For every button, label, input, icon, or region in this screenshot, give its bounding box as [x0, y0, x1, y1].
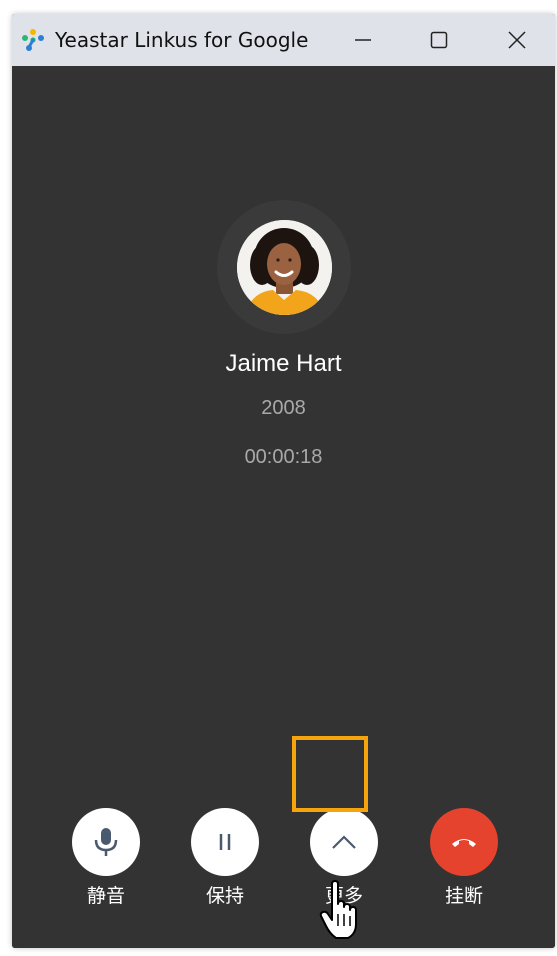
microphone-icon [94, 828, 118, 856]
hold-control: 保持 [185, 808, 265, 918]
maximize-button[interactable] [401, 14, 477, 66]
mute-button[interactable] [72, 808, 140, 876]
call-window: Yeastar Linkus for Google Jaime Hart 200… [12, 14, 555, 948]
yeastar-logo-icon [22, 29, 44, 51]
contact-extension: 2008 [261, 397, 306, 419]
mute-label: 静音 [86, 885, 125, 907]
highlight-box [292, 736, 368, 812]
minimize-icon [355, 39, 371, 41]
contact-photo-icon [237, 220, 332, 315]
title-bar[interactable]: Yeastar Linkus for Google [12, 14, 555, 66]
hold-label: 保持 [205, 885, 244, 907]
hand-pointer-icon [319, 880, 357, 939]
hangup-control: 挂断 [424, 808, 504, 918]
chevron-up-icon [332, 835, 356, 849]
mute-control: 静音 [66, 808, 146, 918]
contact-name: Jaime Hart [225, 350, 342, 377]
hang-up-button[interactable] [430, 808, 498, 876]
pause-icon [219, 834, 231, 850]
avatar [237, 220, 332, 315]
hang-up-icon [452, 839, 476, 847]
call-screen: Jaime Hart 2008 00:00:18 静音 保持 更多 挂断 [12, 66, 555, 948]
call-duration: 00:00:18 [244, 446, 323, 468]
more-button[interactable] [310, 808, 378, 876]
hold-button[interactable] [191, 808, 259, 876]
hang-up-label: 挂断 [444, 885, 483, 907]
maximize-icon [430, 31, 448, 49]
minimize-button[interactable] [325, 14, 401, 66]
close-icon [508, 31, 526, 49]
window-title: Yeastar Linkus for Google [55, 28, 309, 52]
close-button[interactable] [479, 14, 555, 66]
